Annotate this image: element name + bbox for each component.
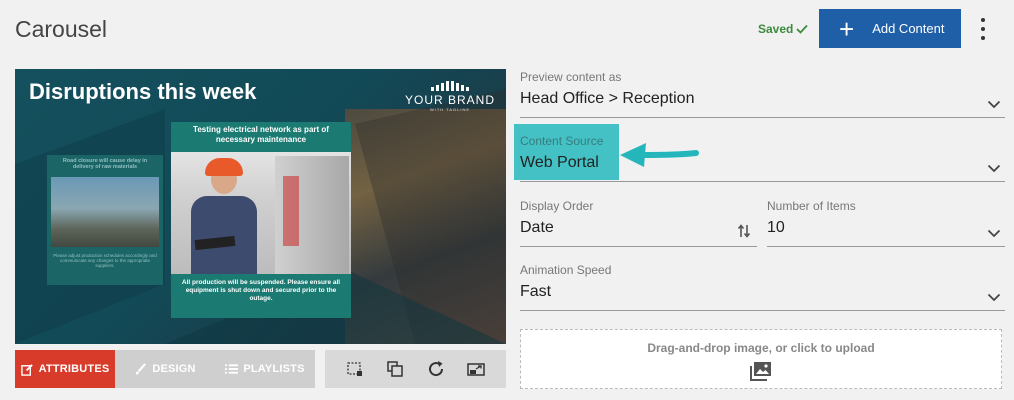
factory-photo [51,177,159,247]
tab-playlists[interactable]: PLAYLISTS [215,350,315,388]
edit-icon [20,363,33,376]
plus-icon: + [839,13,855,44]
saved-label: Saved [758,22,794,36]
copy-icon[interactable] [384,358,406,380]
display-order-label: Display Order [520,199,594,213]
add-content-label: Add Content [872,21,945,36]
tab-playlists-label: PLAYLISTS [243,363,305,375]
more-options-icon[interactable] [976,18,990,40]
tab-attributes[interactable]: ATTRIBUTES [15,350,115,388]
content-source-select[interactable]: Content Source Web Portal [514,124,1005,182]
image-icon [521,361,1001,386]
crop-icon[interactable] [344,358,366,380]
animation-speed-label: Animation Speed [520,263,612,277]
arrow-annotation-icon [620,143,699,167]
slide-title: Disruptions this week [29,79,257,104]
list-icon [225,364,239,374]
chevron-down-icon [987,229,1001,238]
primary-card-title: Testing electrical network as part of ne… [193,125,329,144]
preview-tools [325,350,506,388]
page-title: Carousel [15,16,108,42]
checkmark-icon [796,24,809,34]
preview-as-select[interactable]: Preview content as Head Office > Recepti… [520,70,1005,118]
logo-icon [405,81,495,91]
upload-text: Drag-and-drop image, or click to upload [647,341,875,355]
preview-as-label: Preview content as [520,70,622,84]
chevron-down-icon [987,100,1001,109]
tab-attributes-label: ATTRIBUTES [38,363,110,375]
brand-name: YOUR BRAND [405,93,496,107]
saved-status: Saved [758,22,809,36]
chevron-down-icon [987,293,1001,302]
tab-design[interactable]: DESIGN [115,350,215,388]
content-source-label: Content Source [520,134,604,148]
tab-design-label: DESIGN [152,363,196,375]
resize-icon[interactable] [465,358,487,380]
display-order-value: Date [520,219,554,236]
content-source-value: Web Portal [520,154,599,171]
brand-logo: YOUR BRAND WITH TAGLINE [405,81,495,112]
number-of-items-value: 10 [767,219,785,236]
secondary-card-title: Road closure will cause delay in deliver… [62,158,148,170]
worker-photo [171,152,351,274]
image-upload-dropzone[interactable]: Drag-and-drop image, or click to upload [520,329,1002,389]
brush-icon [136,362,147,375]
number-of-items-select[interactable]: Number of Items 10 [767,199,1005,247]
primary-card-body: All production will be suspended. Please… [181,279,341,303]
preview-as-value: Head Office > Reception [520,90,695,107]
primary-news-card: Testing electrical network as part of ne… [171,122,351,318]
chevron-down-icon [987,164,1001,173]
add-content-button[interactable]: + Add Content [819,9,961,48]
refresh-icon[interactable] [425,358,447,380]
display-order-select[interactable]: Display Order Date [520,199,757,247]
secondary-news-card: Road closure will cause delay in deliver… [47,155,163,285]
secondary-card-body: Please adjust production schedules accor… [53,253,157,268]
number-of-items-label: Number of Items [767,199,856,213]
animation-speed-select[interactable]: Animation Speed Fast [520,263,1005,311]
slide-preview[interactable]: Disruptions this week YOUR BRAND WITH TA… [15,69,506,344]
animation-speed-value: Fast [520,283,552,300]
brand-tagline: WITH TAGLINE [429,107,471,112]
sort-icon[interactable] [737,223,751,239]
